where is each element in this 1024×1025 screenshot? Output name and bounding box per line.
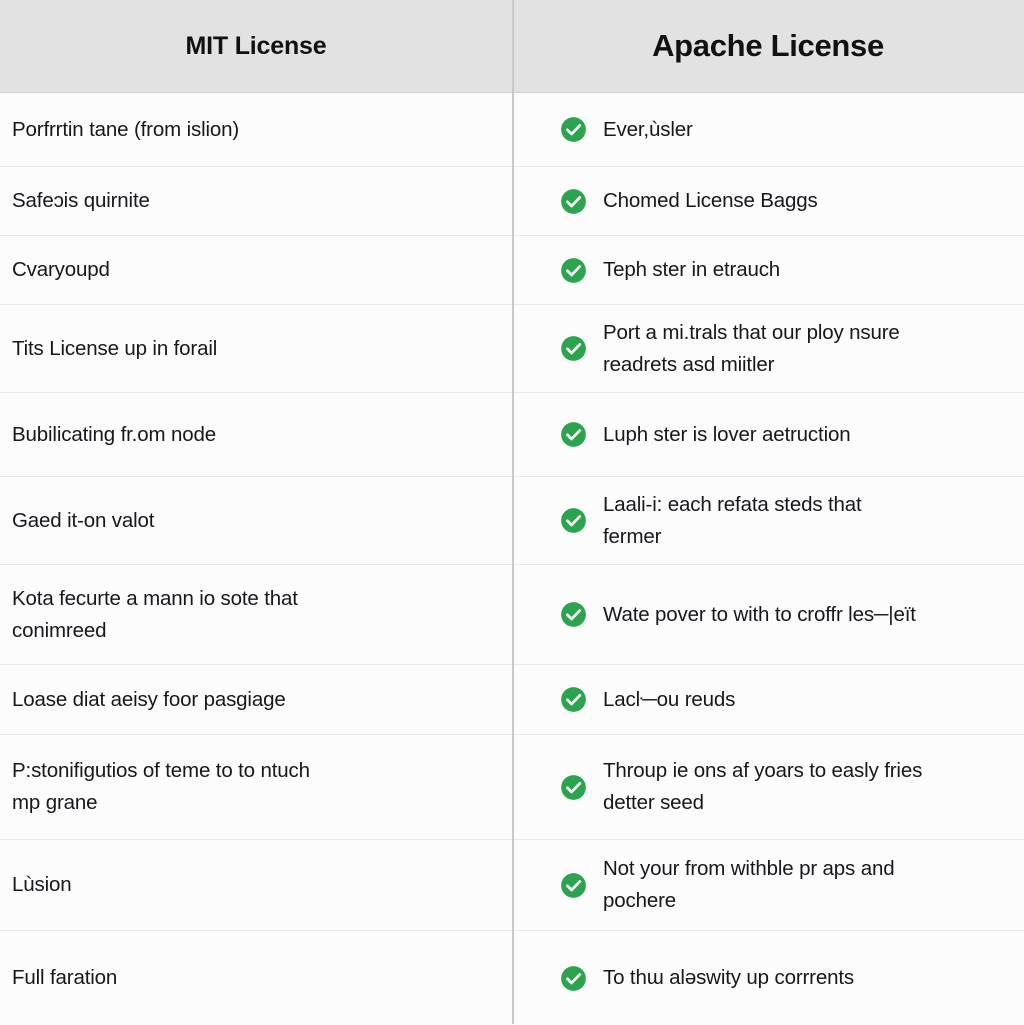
check-circle-icon xyxy=(561,774,586,800)
check-circle-icon xyxy=(561,117,586,142)
table-row: Full faration To thɯ aləswity up corrrent… xyxy=(0,931,1024,1025)
check-circle-icon xyxy=(561,188,586,214)
apache-license-cell: To thɯ aləswity up corrrents xyxy=(512,931,1024,1025)
mit-license-cell-text: Porfrrtin tane (from islion) xyxy=(12,117,240,141)
mit-license-cell: Cvaryoupd xyxy=(0,236,512,304)
table-row: Gaed it-on valot Laali-i: each refata ste… xyxy=(0,477,1024,565)
mit-license-cell: Safeɔis quirnite xyxy=(0,167,512,235)
apache-license-cell: Luph ster is lover aetruction xyxy=(512,393,1024,476)
apache-license-cell-text: Chomed License Baggs xyxy=(603,189,818,212)
check-circle-icon xyxy=(561,422,586,447)
apache-license-cell-text: Laali-i: each refata steds that fermer xyxy=(603,492,862,548)
mit-license-cell-text: Tits License up in forail xyxy=(12,336,218,360)
table-row: P:stonifigutios of teme to to ntuch mp g… xyxy=(0,735,1024,840)
mit-license-cell: Loase diat aeisy foor pasgiage xyxy=(0,665,512,734)
mit-license-cell-text: Kota fecurte a mann io sote that conimre… xyxy=(12,586,298,642)
check-circle-icon xyxy=(561,872,586,898)
license-comparison-table: MIT License Apache License Porfrrtin tan… xyxy=(0,0,1024,1025)
mit-license-cell-text: Lùsion xyxy=(12,873,72,896)
column-header-mit-license-label: MIT License xyxy=(185,31,327,60)
check-circle-icon xyxy=(561,336,586,361)
mit-license-cell: Lùsion xyxy=(0,840,512,930)
mit-license-cell-text: Full faration xyxy=(12,966,118,989)
mit-license-cell-text: Gaed it-on valot xyxy=(12,508,155,532)
apache-license-cell-text: Luph ster is lover aetruction xyxy=(603,422,851,446)
apache-license-cell: Port a mi.trals that our ploy nsure read… xyxy=(512,305,1024,392)
apache-license-cell: Lacŀ─ou reuds xyxy=(512,665,1024,734)
apache-license-cell: Wate pover to with to croffr les─|eït xyxy=(512,565,1024,664)
check-circle-icon xyxy=(561,257,586,283)
table-row: Cvaryoupd Teph ster in etrauch xyxy=(0,236,1024,305)
apache-license-cell-text: Teph ster in etrauch xyxy=(603,258,781,281)
table-header-row: MIT License Apache License xyxy=(0,0,1024,93)
apache-license-cell-text: Wate pover to with to croffr les─|eït xyxy=(603,602,916,626)
mit-license-cell: Porfrrtin tane (from islion) xyxy=(0,93,512,166)
apache-license-cell-text: Not your from withble pr aps and pochere xyxy=(603,857,895,912)
table-body: Porfrrtin tane (from islion) Ever,ùsler Sa… xyxy=(0,93,1024,1025)
table-row: Lùsion Not your from withble pr aps and p… xyxy=(0,840,1024,931)
apache-license-cell-text: Throup ie ons af yoars to easly fries de… xyxy=(603,759,923,814)
apache-license-cell-text: Ever,ùsler xyxy=(603,117,693,141)
mit-license-cell: Full faration xyxy=(0,931,512,1025)
mit-license-cell: Gaed it-on valot xyxy=(0,477,512,564)
apache-license-cell: Chomed License Baggs xyxy=(512,167,1024,235)
column-header-mit-license: MIT License xyxy=(0,0,512,92)
check-circle-icon xyxy=(561,602,586,627)
column-header-apache-license: Apache License xyxy=(512,0,1024,92)
table-row: Safeɔis quirnite Chomed License Baggs xyxy=(0,167,1024,236)
mit-license-cell: Kota fecurte a mann io sote that conimre… xyxy=(0,565,512,664)
apache-license-cell: Teph ster in etrauch xyxy=(512,236,1024,304)
apache-license-cell-text: To thɯ aləswity up corrrents xyxy=(603,966,854,989)
mit-license-cell: Tits License up in forail xyxy=(0,305,512,392)
mit-license-cell-text: P:stonifigutios of teme to to ntuch mp g… xyxy=(12,759,310,814)
table-row: Loase diat aeisy foor pasgiage Lacŀ─ou re… xyxy=(0,665,1024,735)
table-row: Kota fecurte a mann io sote that conimre… xyxy=(0,565,1024,665)
column-header-apache-license-label: Apache License xyxy=(652,28,884,63)
apache-license-cell: Laali-i: each refata steds that fermer xyxy=(512,477,1024,564)
apache-license-cell: Throup ie ons af yoars to easly fries de… xyxy=(512,735,1024,839)
check-circle-icon xyxy=(561,687,586,712)
mit-license-cell-text: Cvaryoupd xyxy=(12,258,110,281)
apache-license-cell-text: Lacŀ─ou reuds xyxy=(603,687,736,711)
apache-license-cell: Not your from withble pr aps and pochere xyxy=(512,840,1024,930)
apache-license-cell: Ever,ùsler xyxy=(512,93,1024,166)
mit-license-cell-text: Bubilicating fr.om node xyxy=(12,422,216,446)
mit-license-cell-text: Safeɔis quirnite xyxy=(12,189,150,212)
table-row: Tits License up in forail Port a mi.trals… xyxy=(0,305,1024,393)
mit-license-cell-text: Loase diat aeisy foor pasgiage xyxy=(12,687,286,711)
mit-license-cell: P:stonifigutios of teme to to ntuch mp g… xyxy=(0,735,512,839)
mit-license-cell: Bubilicating fr.om node xyxy=(0,393,512,476)
check-circle-icon xyxy=(561,965,586,991)
table-row: Porfrrtin tane (from islion) Ever,ùsler xyxy=(0,93,1024,167)
check-circle-icon xyxy=(561,508,586,533)
apache-license-cell-text: Port a mi.trals that our ploy nsure read… xyxy=(603,320,900,376)
table-row: Bubilicating fr.om node Luph ster is love… xyxy=(0,393,1024,477)
